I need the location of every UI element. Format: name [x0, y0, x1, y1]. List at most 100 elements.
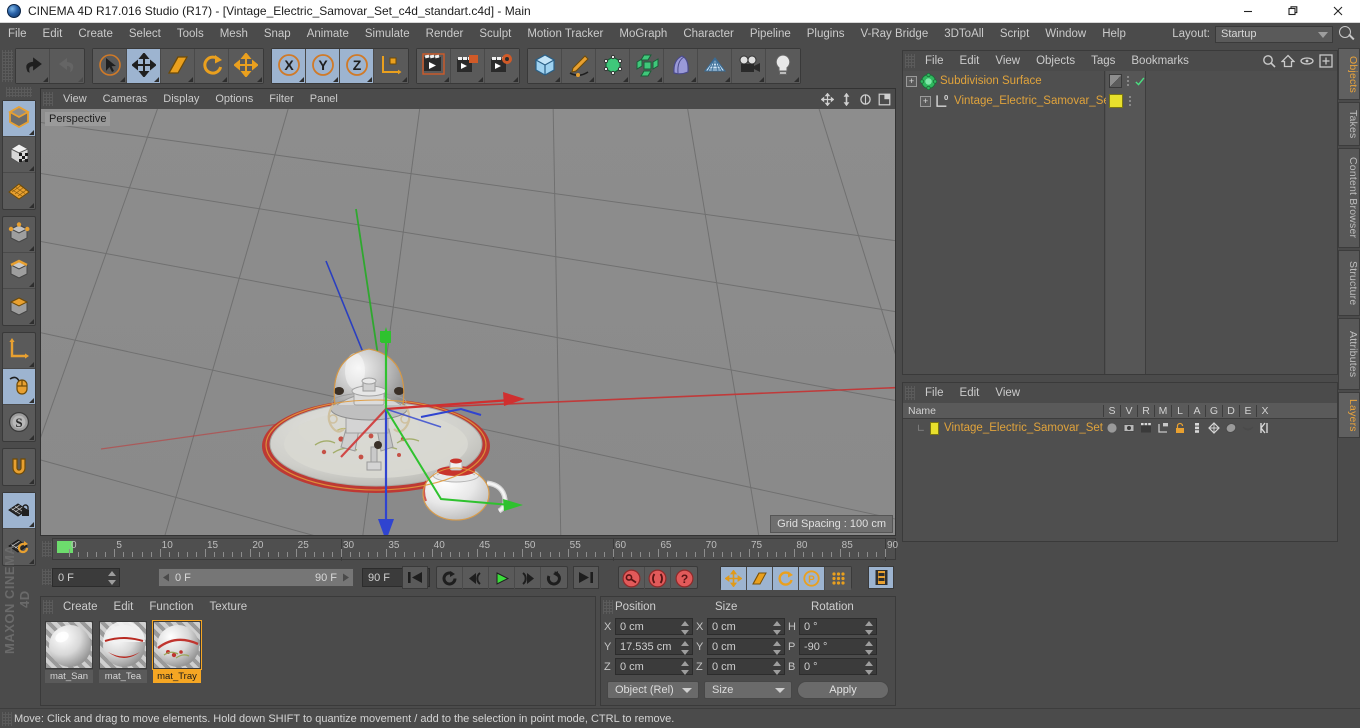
- preview-range-bar[interactable]: 0 F 90 F: [158, 568, 354, 587]
- move-alt-button[interactable]: [229, 49, 263, 83]
- dolly-icon[interactable]: [840, 92, 853, 106]
- add-camera-button[interactable]: [732, 49, 766, 83]
- menu-item-pipeline[interactable]: Pipeline: [742, 23, 799, 45]
- playbar-grip[interactable]: [42, 569, 52, 585]
- timeline-ruler[interactable]: 0 5 10 15 20 25 30 35 40 45 50 55 60 65 70 75 80 85 90: [40, 538, 898, 561]
- add-spline-button[interactable]: [562, 49, 596, 83]
- record-pla-button[interactable]: [825, 567, 851, 590]
- menu-item-help[interactable]: Help: [1094, 23, 1134, 45]
- expand-toggle-icon[interactable]: +: [920, 95, 931, 107]
- layers-column-header[interactable]: S: [1103, 404, 1120, 417]
- add-light-button[interactable]: [766, 49, 800, 83]
- material-name-label[interactable]: mat_San: [45, 670, 93, 683]
- right-tab-attributes[interactable]: Attributes: [1338, 318, 1360, 390]
- open-timeline-button[interactable]: [868, 566, 894, 589]
- status-bar-grip[interactable]: [2, 711, 12, 726]
- rotation-field-p[interactable]: -90 °: [799, 638, 877, 655]
- menu-item-file[interactable]: File: [0, 23, 35, 45]
- toolbar-grip[interactable]: [2, 50, 13, 82]
- redo-button[interactable]: [50, 49, 84, 83]
- layers-column-header[interactable]: A: [1188, 404, 1205, 417]
- points-mode-button[interactable]: [3, 217, 35, 253]
- coordinates-panel-grip[interactable]: [603, 600, 613, 614]
- layers-column-header[interactable]: D: [1222, 404, 1239, 417]
- soft-selection-button[interactable]: S: [3, 405, 35, 441]
- layers-column-header[interactable]: G: [1205, 404, 1222, 417]
- goto-end-button[interactable]: [573, 566, 599, 589]
- right-tab-layers[interactable]: Layers: [1338, 392, 1360, 438]
- play-button[interactable]: [489, 567, 515, 590]
- viewport-menu-options[interactable]: Options: [207, 89, 261, 109]
- range-right-arrow-icon[interactable]: [341, 573, 350, 582]
- maximize-button[interactable]: [1270, 0, 1315, 23]
- viewport[interactable]: View Cameras Display Options Filter Panel: [40, 88, 896, 536]
- menu-item-simulate[interactable]: Simulate: [357, 23, 418, 45]
- material-menu-edit[interactable]: Edit: [106, 596, 142, 618]
- add-cube-button[interactable]: [528, 49, 562, 83]
- add-floor-button[interactable]: [698, 49, 732, 83]
- move-tool-button[interactable]: [127, 49, 161, 83]
- polygons-mode-button[interactable]: [3, 289, 35, 325]
- viewport-menu-view[interactable]: View: [55, 89, 95, 109]
- orbit-icon[interactable]: [859, 93, 872, 106]
- layers-column-header[interactable]: X: [1256, 404, 1273, 417]
- layer-name-label[interactable]: Vintage_Electric_Samovar_Set: [944, 422, 1103, 434]
- timeline-grip[interactable]: [42, 541, 52, 557]
- objects-menu-objects[interactable]: Objects: [1028, 50, 1083, 72]
- goto-start-button[interactable]: [402, 566, 428, 589]
- object-tag-row[interactable]: [1106, 71, 1145, 91]
- menu-item-animate[interactable]: Animate: [299, 23, 357, 45]
- spinner-icon[interactable]: [773, 641, 781, 655]
- eye-icon[interactable]: [1300, 54, 1314, 68]
- menu-item-snap[interactable]: Snap: [256, 23, 299, 45]
- objects-menu-bookmarks[interactable]: Bookmarks: [1123, 50, 1197, 72]
- layer-color-swatch[interactable]: [929, 421, 940, 435]
- layers-menu-file[interactable]: File: [917, 382, 952, 404]
- timeline-track[interactable]: 0 5 10 15 20 25 30 35 40 45 50 55 60 65 70 75 80 85 90: [52, 538, 898, 561]
- size-field-z[interactable]: 0 cm: [707, 658, 785, 675]
- spinner-icon[interactable]: [108, 571, 116, 585]
- viewport-menu-cameras[interactable]: Cameras: [95, 89, 156, 109]
- layer-flag-R[interactable]: [1137, 422, 1154, 434]
- size-mode-select[interactable]: Size: [704, 681, 792, 699]
- size-field-x[interactable]: 0 cm: [707, 618, 785, 635]
- tag-overflow-icon[interactable]: [1127, 76, 1131, 86]
- left-toolbar-grip[interactable]: [6, 87, 32, 97]
- viewport-menu-panel[interactable]: Panel: [302, 89, 346, 109]
- layer-flag-A[interactable]: [1188, 422, 1205, 434]
- lock-x-button[interactable]: X: [272, 49, 306, 83]
- add-generator-button[interactable]: [596, 49, 630, 83]
- pan-icon[interactable]: [821, 92, 834, 106]
- menu-item-select[interactable]: Select: [121, 23, 169, 45]
- material-list[interactable]: mat_San mat_Tea mat_Tray: [41, 617, 595, 705]
- position-field-y[interactable]: 17.535 cm: [615, 638, 693, 655]
- tag-overflow-icon[interactable]: [1128, 96, 1132, 106]
- object-tag-icon[interactable]: [1109, 94, 1123, 108]
- lock-workplane-button[interactable]: [3, 493, 35, 529]
- objects-menu-file[interactable]: File: [917, 50, 952, 72]
- menu-item-3dtoall[interactable]: 3DToAll: [936, 23, 992, 45]
- spinner-icon[interactable]: [773, 661, 781, 675]
- objects-menu-tags[interactable]: Tags: [1083, 50, 1123, 72]
- object-row[interactable]: + Subdivision Surface: [903, 71, 1104, 91]
- object-name-label[interactable]: Vintage_Electric_Samovar_Set: [954, 95, 1113, 107]
- scale-tool-button[interactable]: [161, 49, 195, 83]
- record-keyframe-button[interactable]: [619, 567, 645, 590]
- play-backwards-button[interactable]: [437, 567, 463, 590]
- viewport-label[interactable]: Perspective: [45, 112, 111, 126]
- add-scene-button[interactable]: [664, 49, 698, 83]
- size-field-y[interactable]: 0 cm: [707, 638, 785, 655]
- record-position-button[interactable]: [721, 567, 747, 590]
- material-panel-grip[interactable]: [43, 600, 53, 614]
- object-tag-icon[interactable]: [1109, 74, 1122, 88]
- object-row[interactable]: + 0 Vintage_Electric_Samovar_Set: [903, 91, 1113, 111]
- spinner-icon[interactable]: [681, 621, 689, 635]
- step-forward-button[interactable]: [515, 567, 541, 590]
- record-param-button[interactable]: P: [799, 567, 825, 590]
- visibility-check-icon[interactable]: [1135, 76, 1145, 87]
- menu-item-character[interactable]: Character: [675, 23, 742, 45]
- material-item[interactable]: mat_San: [45, 621, 93, 701]
- objects-panel-grip[interactable]: [905, 54, 915, 68]
- object-name-label[interactable]: Subdivision Surface: [940, 75, 1042, 87]
- viewport-solo-button[interactable]: [3, 369, 35, 405]
